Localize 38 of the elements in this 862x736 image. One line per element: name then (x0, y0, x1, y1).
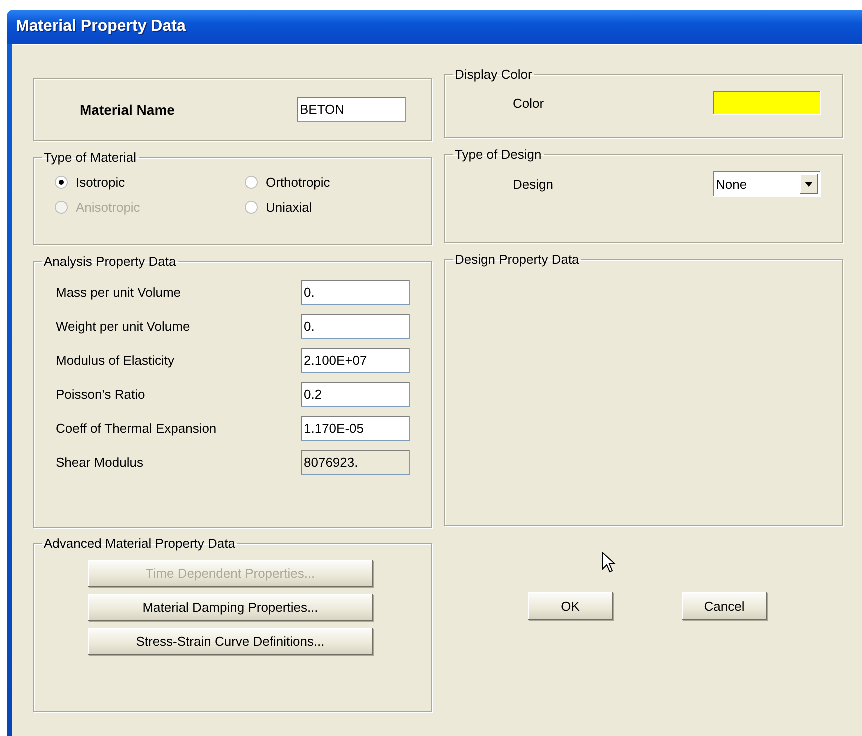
input-field[interactable]: 0.2 (301, 382, 410, 406)
radio-button[interactable] (245, 201, 258, 214)
group-title: Advanced Material Property Data (43, 536, 236, 551)
design-dropdown[interactable]: None (713, 171, 821, 197)
field-label: Shear Modulus (56, 454, 144, 470)
dialog-button[interactable]: OK (528, 592, 613, 620)
field-label: Weight per unit Volume (56, 318, 192, 334)
radio-label: Orthotropic (266, 175, 330, 190)
input-field[interactable]: 2.100E+07 (301, 348, 410, 372)
field-label: Poisson's Ratio (56, 386, 146, 402)
mouse-pointer-icon (602, 552, 616, 574)
color-swatch[interactable] (713, 91, 821, 115)
field-label: Color (513, 96, 546, 110)
field-label: Coeff of Thermal Expansion (56, 420, 218, 436)
radio-button[interactable] (245, 176, 258, 189)
field-label: Modulus of Elasticity (56, 352, 176, 368)
input-field[interactable]: 0. (301, 314, 410, 338)
group-title: Design Property Data (454, 252, 580, 267)
window-title: Material Property Data (16, 18, 186, 36)
group-title: Type of Material (43, 150, 138, 165)
input-field[interactable]: 0. (301, 280, 410, 304)
group-title: Type of Design (454, 147, 543, 162)
input-field: 8076923. (301, 450, 410, 474)
group-title: Analysis Property Data (43, 254, 178, 269)
properties-button[interactable]: Material Damping Properties... (88, 594, 373, 621)
radio-button[interactable] (55, 176, 68, 189)
radio-label: Uniaxial (266, 200, 312, 215)
field-label: Mass per unit Volume (56, 284, 182, 300)
field-label: Design (513, 176, 554, 192)
radio-label: Anisotropic (76, 200, 140, 215)
dialog-button[interactable]: Cancel (682, 592, 767, 620)
field-label: Material Name (80, 102, 176, 118)
properties-button[interactable]: Stress-Strain Curve Definitions... (88, 628, 373, 655)
group-title: Display Color (454, 67, 534, 82)
dropdown-arrow-icon (805, 182, 813, 186)
radio-label: Isotropic (76, 175, 126, 190)
material-name-field[interactable]: BETON (297, 97, 406, 122)
input-field[interactable]: 1.170E-05 (301, 416, 410, 440)
